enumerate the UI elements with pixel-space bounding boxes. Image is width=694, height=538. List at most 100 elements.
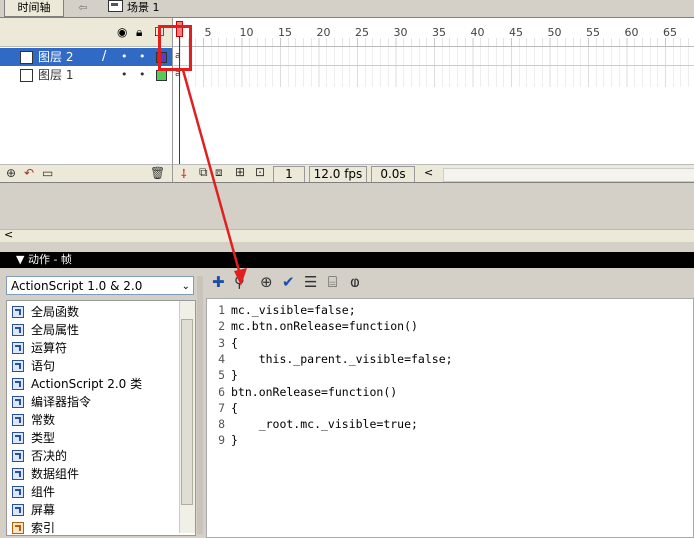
book-icon (12, 432, 24, 444)
script-toolbar: ✚ ⚲ ⊕ ✔ ☰ ⌸ ⱷ (206, 270, 694, 296)
line-number: 4 (218, 351, 225, 366)
frame-ruler[interactable]: 5 10 15 20 25 30 35 40 45 50 55 60 65 (173, 18, 694, 47)
toolbox-item[interactable]: 全局属性 (7, 321, 179, 339)
fps-field[interactable]: 12.0 fps (309, 166, 367, 183)
layer-color-swatch[interactable] (156, 70, 167, 81)
panel-divider[interactable] (197, 276, 203, 534)
timeline-tab[interactable]: 时间轴 (4, 0, 64, 17)
book-icon (12, 396, 24, 408)
eye-icon[interactable]: ◉ (117, 26, 127, 38)
lock-dot[interactable]: • (139, 48, 146, 66)
toolbox-scrollbar[interactable] (179, 301, 195, 533)
check-syntax-icon[interactable]: ✔ (282, 273, 295, 291)
toolbox-item[interactable]: 运算符 (7, 339, 179, 357)
ruler-tick-label: 5 (204, 26, 212, 39)
code-line[interactable]: this._parent._visible=false; (231, 352, 453, 366)
layers-panel: ◉ 🔒︎ ☐ 图层 2 / • • 图层 1 • • ⊕ ↶ ▭ 🗑︎ (0, 18, 173, 183)
actions-panel: ActionScript 1.0 & 2.0 ⌄ 全局函数全局属性运算符语句 Ac… (0, 268, 694, 538)
onion-outline-icon[interactable]: ⧈ (215, 165, 223, 180)
add-folder-icon[interactable]: ▭ (42, 166, 53, 180)
line-number: 8 (218, 417, 225, 432)
add-layer-icon[interactable]: ⊕ (6, 166, 16, 180)
frames-area: 5 10 15 20 25 30 35 40 45 50 55 60 65 a a (173, 18, 694, 164)
line-number: 9 (218, 433, 225, 448)
current-frame-field: 1 (273, 166, 305, 183)
stage-scrollbar[interactable]: < (0, 228, 694, 242)
onion-skin-icon[interactable]: ⧉ (199, 165, 208, 180)
code-line[interactable]: _root.mc._visible=true; (231, 417, 418, 431)
toolbox-item[interactable]: 语句 (7, 357, 179, 375)
code-line[interactable]: { (231, 336, 238, 350)
find-icon[interactable]: ⚲ (234, 273, 245, 291)
toolbox-item-label: ActionScript 2.0 类 (31, 377, 143, 391)
pencil-icon: / (102, 49, 107, 64)
toolbox-item-label: 索引 (31, 521, 56, 535)
onion-markers-icon[interactable]: ⊡ (255, 165, 265, 179)
chevron-down-icon[interactable]: ⌄ (182, 277, 190, 296)
toolbox-item-label: 语句 (31, 359, 56, 373)
book-icon (12, 414, 24, 426)
layer-row-1[interactable]: 图层 1 • • (0, 66, 172, 84)
layer-name: 图层 1 (38, 68, 74, 82)
book-icon (12, 306, 24, 318)
back-arrow-icon[interactable]: ⇦ (70, 0, 96, 16)
toolbox-item[interactable]: ActionScript 2.0 类 (7, 375, 179, 393)
frame-grid[interactable] (173, 47, 694, 87)
scroll-thumb[interactable] (181, 319, 193, 505)
code-line[interactable]: btn.onRelease=function() (231, 385, 397, 399)
top-bar: 时间轴 ⇦ 场景 1 (0, 0, 694, 18)
code-line[interactable]: mc.btn.onRelease=function() (231, 319, 418, 333)
visibility-dot[interactable]: • (121, 48, 128, 66)
add-item-icon[interactable]: ✚ (212, 273, 225, 291)
code-line[interactable]: } (231, 433, 238, 447)
row-divider (173, 65, 694, 66)
lock-dot[interactable]: • (139, 66, 146, 84)
toolbox-item-label: 否决的 (31, 449, 68, 463)
code-hint-icon[interactable]: ⌸ (328, 273, 337, 291)
code-line[interactable]: mc._visible=false; (231, 303, 356, 317)
elapsed-time-field: 0.0s (371, 166, 415, 183)
lock-icon[interactable]: 🔒︎ (136, 26, 142, 38)
toolbox-item[interactable]: 屏幕 (7, 501, 179, 519)
scroll-left-icon[interactable]: < (4, 228, 13, 241)
debug-options-icon[interactable]: ⱷ (350, 273, 360, 291)
actions-panel-title[interactable]: ▼ 动作 - 帧 (0, 252, 694, 268)
toolbox-item[interactable]: 索引 (7, 519, 179, 535)
timeline-status-bar: ⸸ ⧉ ⧈ ⊞ ⊡ 1 12.0 fps 0.0s < (173, 164, 694, 183)
code-line[interactable]: } (231, 368, 238, 382)
trash-icon[interactable]: 🗑︎ (150, 166, 165, 180)
actionscript-version-select[interactable]: ActionScript 1.0 & 2.0 ⌄ (6, 276, 194, 295)
timeline-scrollbar[interactable] (443, 168, 694, 182)
scroll-left-icon[interactable]: < (424, 166, 433, 179)
code-line[interactable]: { (231, 401, 238, 415)
book-icon (12, 468, 24, 480)
ruler-tick-label: 30 (393, 26, 408, 39)
toolbox-item[interactable]: 编译器指令 (7, 393, 179, 411)
toolbox-item-label: 运算符 (31, 341, 68, 355)
toolbox-item-label: 全局函数 (31, 305, 80, 319)
toolbox-item[interactable]: 常数 (7, 411, 179, 429)
ruler-tick-label: 15 (278, 26, 292, 39)
annotation-highlight-box (158, 25, 192, 71)
ruler-tick-label: 55 (586, 26, 600, 39)
add-guide-icon[interactable]: ↶ (24, 166, 34, 180)
line-number: 6 (218, 384, 225, 399)
book-icon (12, 522, 24, 534)
script-editor[interactable]: 1 mc._visible=false; 2 mc.btn.onRelease=fun… (206, 298, 694, 538)
toolbox-item[interactable]: 否决的 (7, 447, 179, 465)
toolbox-item[interactable]: 数据组件 (7, 465, 179, 483)
scene-breadcrumb[interactable]: 场景 1 (108, 0, 160, 16)
center-frame-icon[interactable]: ⸸ (181, 165, 187, 182)
auto-format-icon[interactable]: ☰ (304, 273, 317, 291)
actions-toolbox: 全局函数全局属性运算符语句 ActionScript 2.0 类编译器指令 常数 类型… (6, 300, 196, 536)
visibility-dot[interactable]: • (121, 66, 128, 84)
edit-frames-icon[interactable]: ⊞ (235, 165, 245, 179)
toolbox-item[interactable]: 组件 (7, 483, 179, 501)
target-path-icon[interactable]: ⊕ (260, 273, 273, 291)
layer-row-2[interactable]: 图层 2 / • • (0, 48, 172, 66)
layer-icon (20, 69, 33, 82)
version-label: ActionScript 1.0 & 2.0 (11, 279, 143, 293)
line-number: 7 (218, 400, 225, 415)
toolbox-item[interactable]: 全局函数 (7, 303, 179, 321)
toolbox-item[interactable]: 类型 (7, 429, 179, 447)
